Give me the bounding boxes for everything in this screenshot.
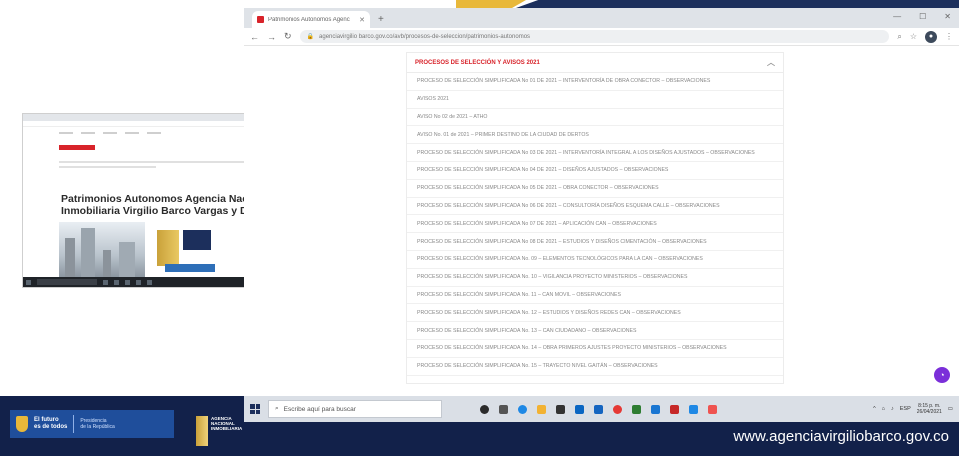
page-content: PROCESOS DE SELECCIÓN Y AVISOS 2021 ︿ PR…: [244, 46, 959, 390]
process-link[interactable]: PROCESO DE SELECCIÓN SIMPLIFICADA No 05 …: [407, 180, 783, 198]
chat-bubble-icon[interactable]: ◔: [934, 367, 950, 383]
url-text: agenciavirgilio barco.gov.co/avb/proceso…: [319, 33, 531, 40]
excel-icon[interactable]: [632, 404, 641, 414]
minimize-icon[interactable]: —: [893, 12, 901, 21]
close-tab-icon[interactable]: ✕: [359, 16, 365, 24]
colombia-shield-icon: [16, 416, 28, 432]
process-link[interactable]: AVISOS 2021: [407, 91, 783, 109]
process-link[interactable]: PROCESO DE SELECCIÓN SIMPLIFICADA No 06 …: [407, 198, 783, 216]
process-link[interactable]: PROCESO DE SELECCIÓN SIMPLIFICADA No. 13…: [407, 322, 783, 340]
powerpoint-icon[interactable]: [670, 404, 679, 414]
windows-taskbar: ⌕ Escribe aquí para buscar ^ ⌂ ♪ ESP 8:1…: [244, 396, 959, 422]
language-indicator[interactable]: ESP: [900, 406, 911, 412]
reload-icon[interactable]: ↻: [284, 31, 292, 42]
outlook-icon[interactable]: [651, 404, 660, 414]
menu-icon[interactable]: ⋮: [945, 32, 953, 41]
bookmark-star-icon[interactable]: ☆: [910, 32, 917, 41]
profile-avatar[interactable]: ●: [925, 30, 937, 43]
store-icon[interactable]: [556, 404, 565, 414]
windows-start-icon[interactable]: [250, 404, 260, 414]
accordion-title: PROCESOS DE SELECCIÓN Y AVISOS 2021: [415, 59, 540, 66]
tab-title: Patrimonios Autonomos Agenc: [268, 16, 350, 23]
process-link[interactable]: PROCESO DE SELECCIÓN SIMPLIFICADA No. 11…: [407, 287, 783, 305]
process-link[interactable]: AVISO No 02 de 2021 – ATHO: [407, 109, 783, 127]
agency-logo: AGENCIA NACIONAL INMOBILIARIA: [196, 410, 242, 446]
forward-icon[interactable]: →: [267, 32, 276, 42]
search-icon[interactable]: ⌕: [897, 32, 901, 42]
acrobat-icon[interactable]: [708, 404, 717, 414]
clock[interactable]: 8:15 p. m. 26/04/2021: [917, 403, 942, 415]
process-link[interactable]: PROCESO DE SELECCIÓN SIMPLIFICADA No. 12…: [407, 304, 783, 323]
thumb-logo: [59, 144, 95, 150]
process-link[interactable]: PROCESO DE SELECCIÓN SIMPLIFICADA No 03 …: [407, 144, 783, 162]
agency-logo-thumb: [157, 230, 179, 266]
process-link[interactable]: PROCESO DE SELECCIÓN SIMPLIFICADA No 01 …: [407, 73, 783, 91]
selection-process-accordion: PROCESOS DE SELECCIÓN Y AVISOS 2021 ︿ PR…: [406, 52, 784, 384]
edge-icon[interactable]: [518, 404, 527, 414]
lock-icon: 🔒: [306, 34, 315, 40]
chevron-up-icon[interactable]: ^: [873, 406, 876, 412]
task-view-icon[interactable]: [499, 404, 508, 414]
website-url: www.agenciavirgiliobarco.gov.co: [733, 428, 949, 445]
process-link[interactable]: AVISO No. 01 de 2021 – PRIMER DESTINO DE…: [407, 126, 783, 145]
accordion-header[interactable]: PROCESOS DE SELECCIÓN Y AVISOS 2021 ︿: [407, 53, 783, 73]
search-icon: ⌕: [275, 405, 279, 412]
process-link[interactable]: PROCESO DE SELECCIÓN SIMPLIFICADA No 08 …: [407, 233, 783, 251]
mail-icon[interactable]: [575, 404, 584, 414]
close-window-icon[interactable]: ✕: [944, 12, 951, 21]
system-tray: ^ ⌂ ♪ ESP 8:15 p. m. 26/04/2021 ▭: [873, 403, 953, 415]
building-image: [59, 222, 145, 278]
process-link[interactable]: PROCESO DE SELECCIÓN SIMPLIFICADA No 04 …: [407, 162, 783, 180]
taskbar-search-input[interactable]: ⌕ Escribe aquí para buscar: [268, 400, 442, 418]
address-bar[interactable]: 🔒 agenciavirgilio barco.gov.co/avb/proce…: [299, 30, 890, 43]
network-icon[interactable]: ⌂: [882, 406, 885, 412]
back-icon[interactable]: ←: [250, 32, 259, 42]
volume-icon[interactable]: ♪: [891, 406, 894, 412]
teams-icon[interactable]: [689, 404, 698, 414]
chrome-icon[interactable]: [613, 404, 622, 414]
file-explorer-icon[interactable]: [537, 404, 546, 414]
process-link[interactable]: PROCESO DE SELECCIÓN SIMPLIFICADA No. 14…: [407, 340, 783, 358]
word-icon[interactable]: [594, 404, 603, 414]
address-bar-row: ← → ↻ 🔒 agenciavirgilio barco.gov.co/avb…: [244, 28, 959, 46]
chevron-up-icon[interactable]: ︿: [767, 57, 775, 68]
browser-tab[interactable]: Patrimonios Autonomos Agenc ✕: [252, 11, 370, 28]
process-link[interactable]: PROCESO DE SELECCIÓN SIMPLIFICADA No. 10…: [407, 269, 783, 287]
favicon-icon: [257, 16, 264, 23]
notifications-icon[interactable]: ▭: [948, 406, 953, 412]
top-decoration: [456, 0, 959, 8]
tab-bar: Patrimonios Autonomos Agenc ✕ + — ☐ ✕: [244, 8, 959, 28]
process-link[interactable]: PROCESO DE SELECCIÓN SIMPLIFICADA No. 15…: [407, 358, 783, 376]
process-link[interactable]: PROCESO DE SELECCIÓN SIMPLIFICADA No 07 …: [407, 215, 783, 234]
maximize-icon[interactable]: ☐: [919, 12, 926, 21]
process-list: PROCESO DE SELECCIÓN SIMPLIFICADA No 01 …: [407, 73, 783, 376]
government-logo: El futuro es de todos Presidencia de la …: [10, 410, 174, 438]
search-placeholder: Escribe aquí para buscar: [283, 405, 356, 413]
process-link[interactable]: PROCESO DE SELECCIÓN SIMPLIFICADA No. 09…: [407, 251, 783, 269]
cortana-icon[interactable]: [480, 404, 489, 414]
browser-window: Patrimonios Autonomos Agenc ✕ + — ☐ ✕ ← …: [244, 8, 959, 390]
new-tab-button[interactable]: +: [378, 14, 384, 25]
